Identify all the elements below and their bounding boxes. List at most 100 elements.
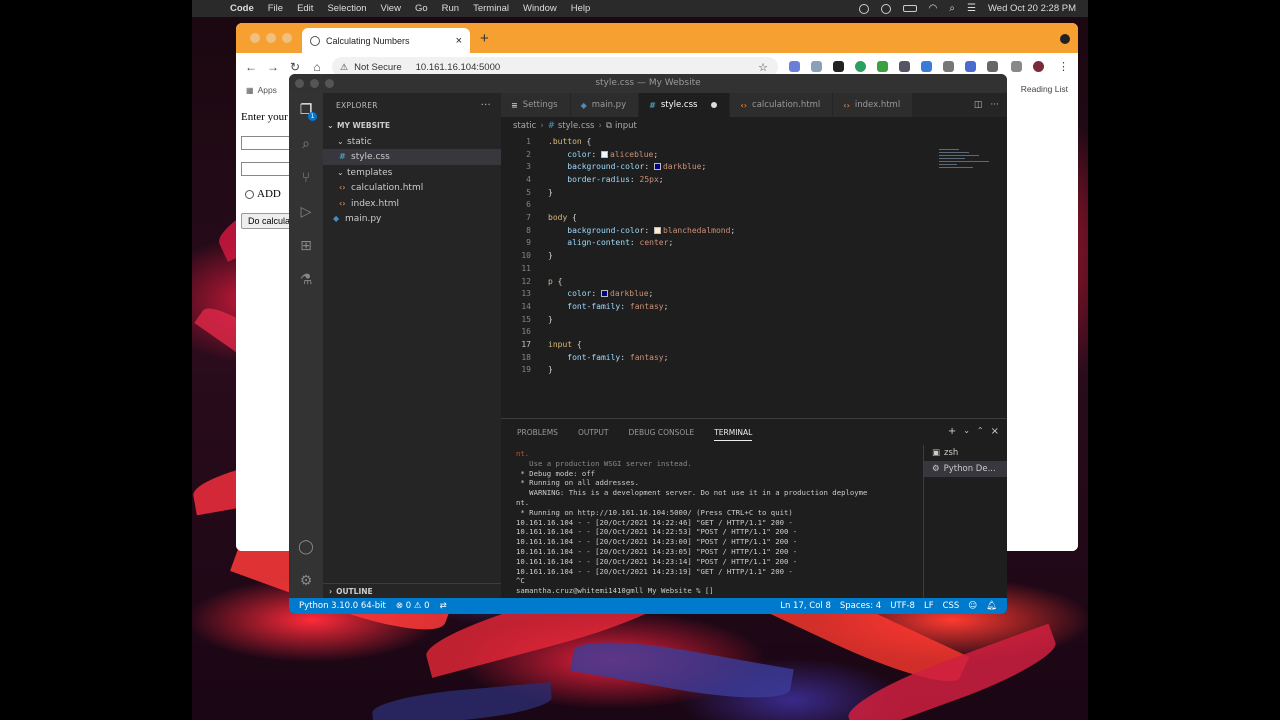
tab-output[interactable]: OUTPUT (578, 428, 609, 437)
zoom-window-button[interactable] (282, 33, 292, 43)
close-window-button[interactable] (250, 33, 260, 43)
tree-folder-static[interactable]: ⌄ static (323, 134, 501, 150)
code-line[interactable]: 4 border-radius: 25px; (501, 173, 941, 186)
close-tab-icon[interactable]: × (456, 35, 462, 47)
unsaved-dot-icon[interactable] (711, 102, 718, 108)
code-line[interactable]: 14 font-family: fantasy; (501, 300, 941, 313)
code-line[interactable]: 13 color: darkblue; (501, 287, 941, 300)
tree-file-style-css[interactable]: # style.css (323, 149, 501, 165)
battery-icon[interactable] (902, 5, 917, 12)
gear-icon[interactable]: ⚙ (297, 572, 315, 590)
forward-icon[interactable]: → (262, 60, 284, 74)
tab-calculation-html[interactable]: ‹› calculation.html (730, 93, 834, 117)
apps-grid-icon[interactable]: ▦ (246, 86, 254, 95)
code-line[interactable]: 9 align-content: center; (501, 237, 941, 250)
grid-extension-icon[interactable] (987, 61, 998, 72)
tab-index-html[interactable]: ‹› index.html (833, 93, 914, 117)
search-icon[interactable]: ⌕ (297, 135, 315, 153)
search-icon[interactable]: ⌕ (949, 3, 955, 14)
code-line[interactable]: 3 background-color: darkblue; (501, 160, 941, 173)
url-text[interactable]: 10.161.16.104:5000 (416, 62, 501, 73)
code-line[interactable]: 6 (501, 199, 941, 212)
record-icon[interactable] (858, 3, 869, 14)
color-swatch-icon[interactable] (653, 226, 661, 234)
menu-window[interactable]: Window (523, 3, 557, 14)
extension-icon[interactable] (833, 61, 844, 72)
menu-app-name[interactable]: Code (230, 3, 254, 14)
source-control-icon[interactable]: ⑂ (297, 169, 315, 187)
avatar[interactable] (1033, 61, 1044, 72)
end-of-line[interactable]: LF (924, 601, 934, 611)
tab-settings[interactable]: ≡ Settings (501, 93, 571, 117)
terminal-output[interactable]: nt. Use a production WSGI server instead… (516, 449, 921, 599)
terminal-item-zsh[interactable]: ▣ zsh (924, 445, 1007, 461)
wifi-icon[interactable]: ◠ (929, 3, 938, 14)
breadcrumb-item[interactable]: input (615, 121, 637, 131)
language-mode[interactable]: CSS (943, 601, 960, 611)
minimap[interactable] (939, 149, 997, 179)
bookmark-apps[interactable]: Apps (258, 85, 277, 95)
code-line[interactable]: 10} (501, 249, 941, 262)
tab-problems[interactable]: PROBLEMS (517, 428, 558, 437)
tree-folder-templates[interactable]: ⌄ templates (323, 165, 501, 181)
run-debug-icon[interactable]: ▷ (297, 203, 315, 221)
extension-icon[interactable] (965, 61, 976, 72)
radio-circle-icon[interactable] (245, 189, 254, 199)
color-swatch-icon[interactable] (653, 163, 661, 171)
account-icon[interactable]: ◯ (297, 538, 315, 556)
code-line[interactable]: 2 color: aliceblue; (501, 148, 941, 161)
indentation[interactable]: Spaces: 4 (840, 601, 881, 611)
problems-count[interactable]: ⊗ 0 ⚠ 0 (396, 601, 430, 611)
profile-icon[interactable] (1060, 34, 1070, 44)
menu-go[interactable]: Go (415, 3, 428, 14)
control-center-icon[interactable]: ☰ (967, 3, 976, 14)
code-line[interactable]: 11 (501, 262, 941, 275)
extensions-icon[interactable]: ⊞ (297, 237, 315, 255)
terminal-item-python[interactable]: ⚙ Python De... (924, 461, 1007, 477)
tab-debug-console[interactable]: DEBUG CONSOLE (629, 428, 695, 437)
bookmark-star-icon[interactable]: ☆ (758, 61, 768, 74)
color-swatch-icon[interactable] (601, 150, 608, 158)
close-panel-icon[interactable]: × (991, 426, 999, 437)
extension-icon[interactable] (789, 61, 800, 72)
close-window-button[interactable] (295, 79, 304, 88)
code-line[interactable]: 15} (501, 313, 941, 326)
testing-icon[interactable]: ⚗ (297, 271, 315, 289)
home-icon[interactable]: ⌂ (306, 60, 328, 74)
python-interpreter[interactable]: Python 3.10.0 64-bit (299, 601, 386, 611)
code-extension-icon[interactable] (899, 61, 910, 72)
menu-file[interactable]: File (268, 3, 283, 14)
reading-list[interactable]: Reading List (1021, 84, 1068, 94)
color-swatch-icon[interactable] (601, 290, 608, 298)
chevron-down-icon[interactable]: ⌄ (963, 426, 970, 437)
project-folder[interactable]: ⌄ MY WEBSITE (323, 118, 501, 134)
menu-run[interactable]: Run (442, 3, 459, 14)
extension-icon[interactable] (921, 61, 932, 72)
minimize-window-button[interactable] (266, 33, 276, 43)
tab-style-css[interactable]: # style.css (639, 93, 731, 117)
code-line[interactable]: 5} (501, 186, 941, 199)
maximize-panel-icon[interactable]: ⌃ (977, 426, 984, 437)
code-line[interactable]: 7 body { (501, 211, 941, 224)
extension-icon[interactable] (811, 61, 822, 72)
code-line[interactable]: 8 background-color: blanchedalmond; (501, 224, 941, 237)
tab-main-py[interactable]: ◆ main.py (570, 93, 640, 117)
breadcrumb-item[interactable]: static (513, 121, 536, 131)
new-tab-button[interactable]: + (480, 30, 489, 47)
more-actions-icon[interactable]: ··· (990, 100, 999, 110)
security-label[interactable]: Not Secure (354, 62, 402, 73)
notifications-icon[interactable]: 🔔︎ (986, 601, 997, 611)
breadcrumb-item[interactable]: style.css (558, 121, 595, 131)
encoding[interactable]: UTF-8 (890, 601, 915, 611)
status-icon[interactable] (880, 3, 891, 14)
new-terminal-icon[interactable]: + (948, 426, 956, 437)
minimize-window-button[interactable] (310, 79, 319, 88)
menu-edit[interactable]: Edit (297, 3, 313, 14)
menu-terminal[interactable]: Terminal (473, 3, 509, 14)
outline-section[interactable]: › OUTLINE (323, 583, 501, 598)
split-editor-icon[interactable]: ◫ (974, 100, 983, 110)
puzzle-icon[interactable] (1011, 61, 1022, 72)
datetime[interactable]: Wed Oct 20 2:28 PM (988, 3, 1076, 14)
code-line[interactable]: 17 input { (501, 338, 941, 351)
code-line[interactable]: 12 p { (501, 275, 941, 288)
